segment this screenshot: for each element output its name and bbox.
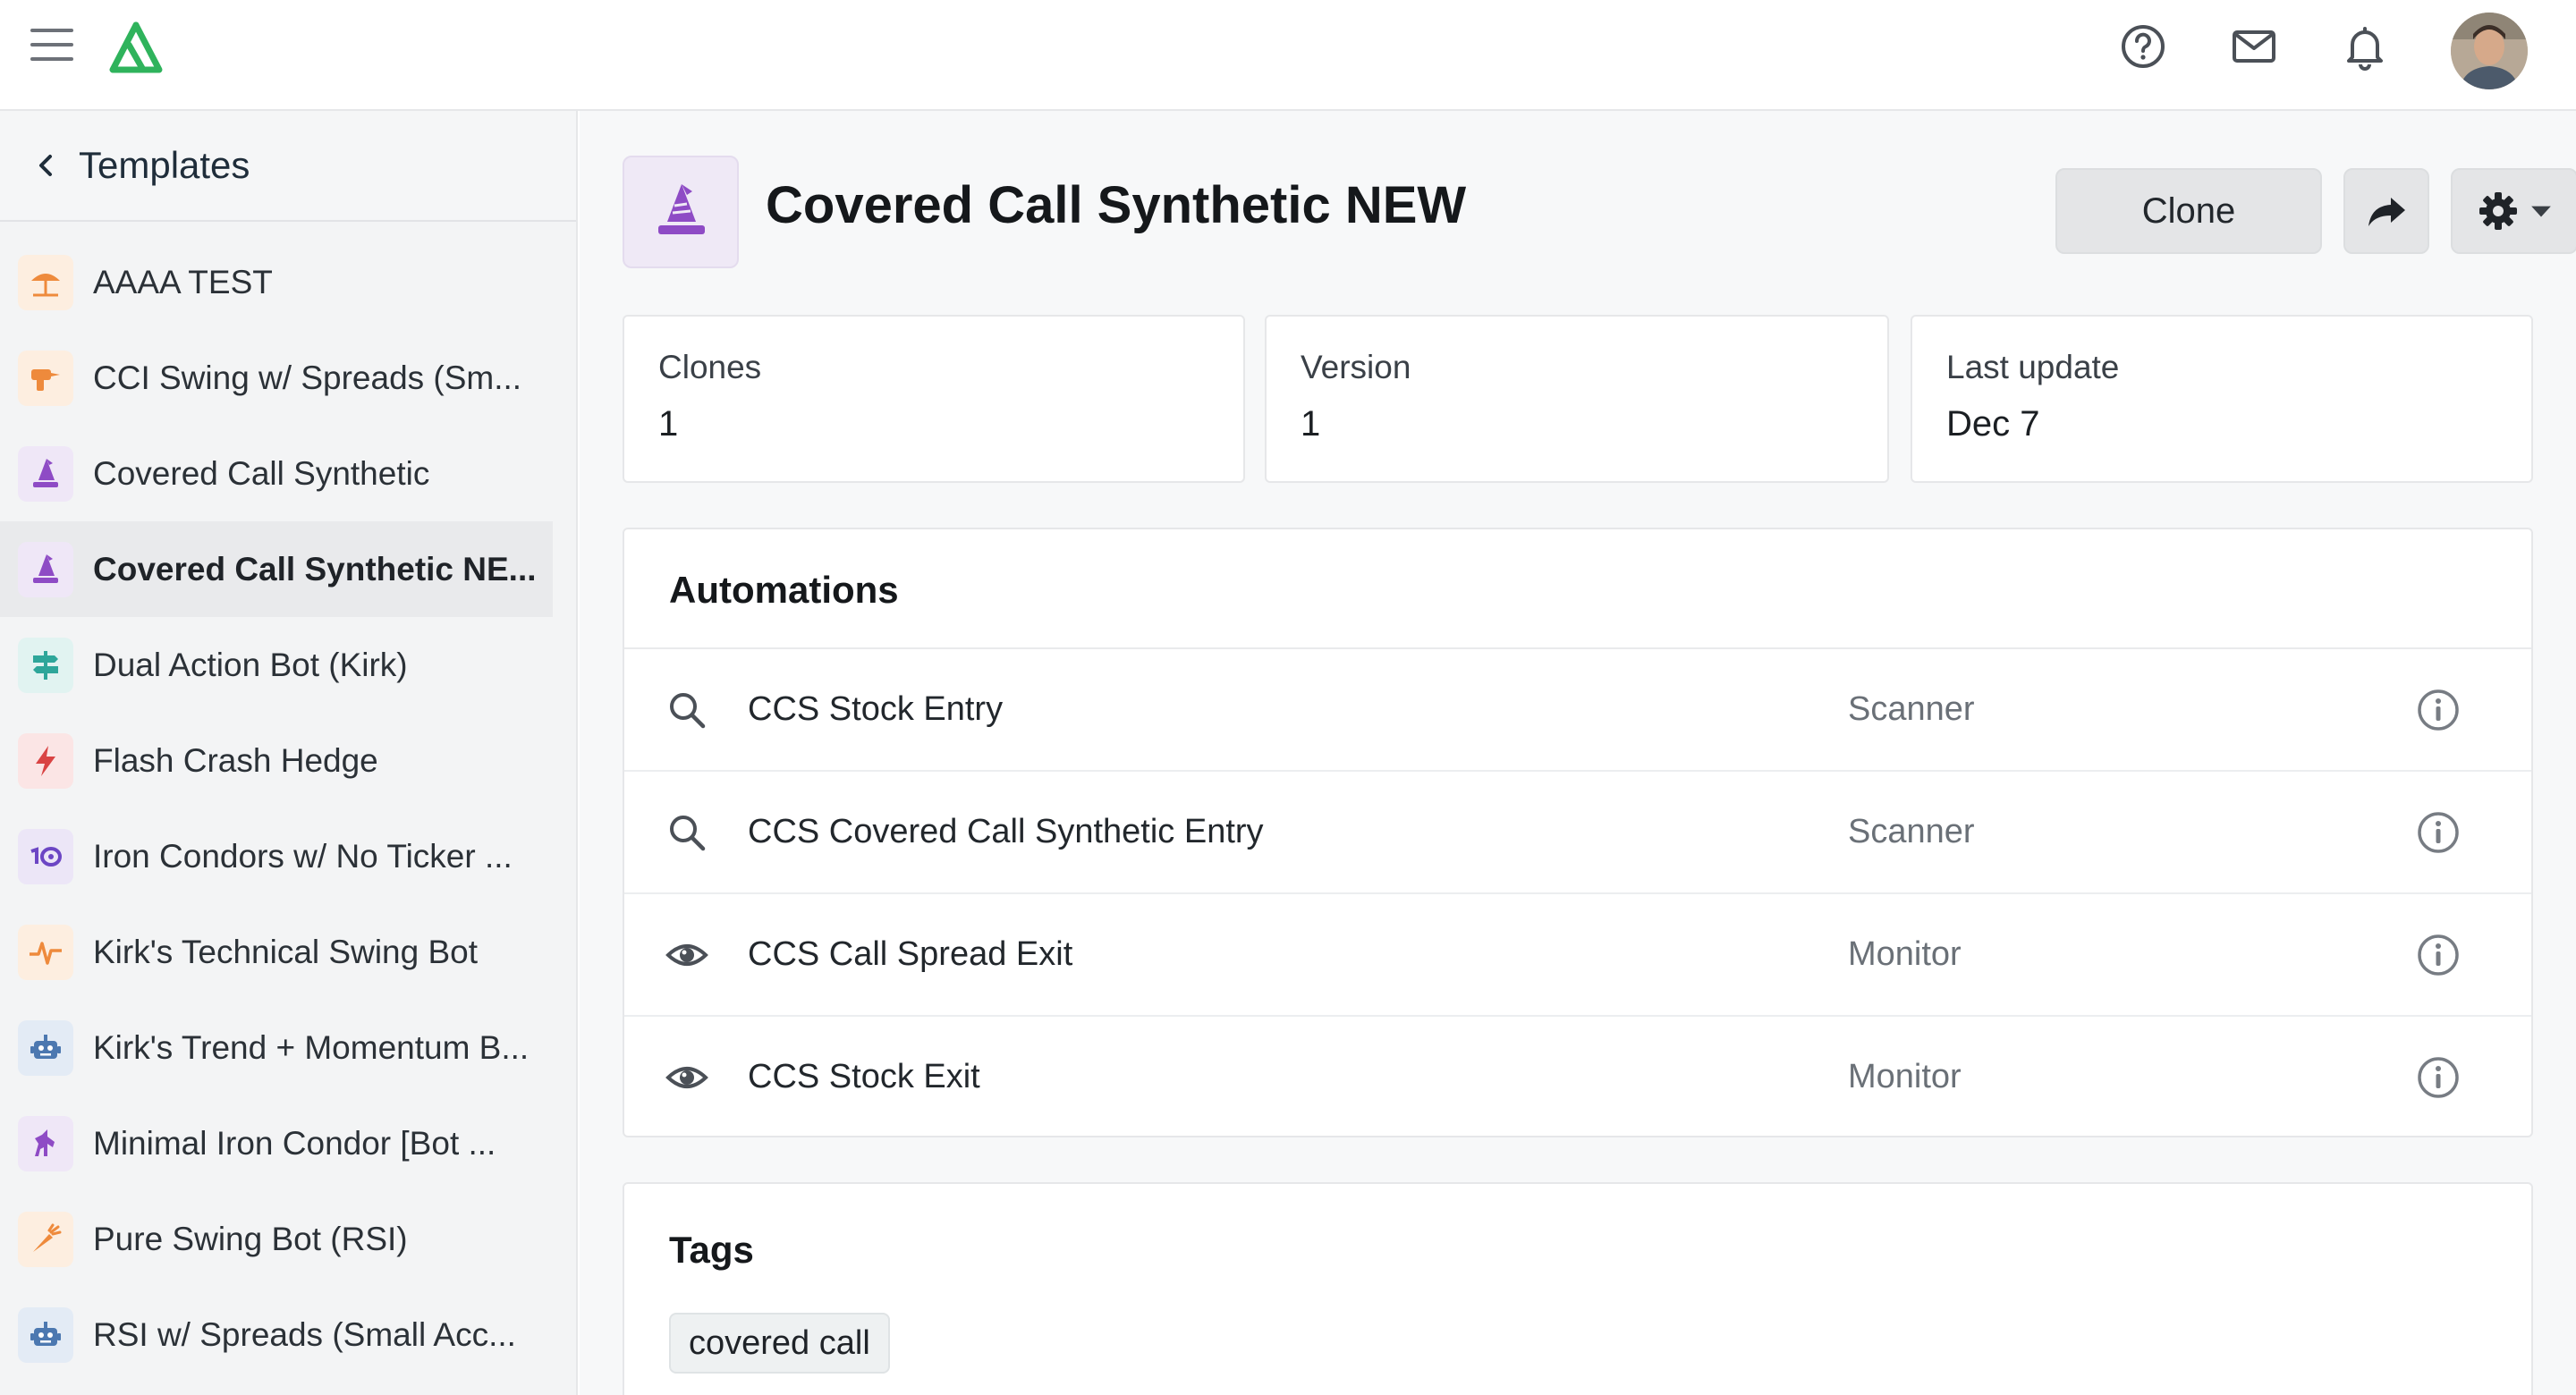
info-icon[interactable] bbox=[2415, 687, 2462, 733]
sidebar-item-label: Covered Call Synthetic bbox=[93, 454, 430, 492]
sidebar-item-label: Kirk's Trend + Momentum B... bbox=[93, 1028, 530, 1066]
stat-value: 1 bbox=[658, 404, 679, 444]
info-icon[interactable] bbox=[2415, 932, 2462, 978]
umbrella-icon bbox=[18, 254, 73, 310]
page-title: Covered Call Synthetic NEW bbox=[766, 176, 1467, 234]
pulse-icon bbox=[18, 924, 73, 980]
automation-name: CCS Stock Exit bbox=[748, 1058, 980, 1095]
automation-type: Scanner bbox=[1848, 813, 1975, 850]
sidebar-template-item[interactable]: Iron Condors w/ No Ticker ... bbox=[0, 808, 553, 904]
sidebar-template-item[interactable]: Flash Crash Hedge bbox=[0, 713, 553, 808]
drill-icon bbox=[18, 350, 73, 406]
search-icon bbox=[665, 811, 708, 854]
share-icon bbox=[2368, 198, 2405, 226]
automation-type: Monitor bbox=[1848, 935, 1962, 973]
stat-clones: Clones 1 bbox=[623, 315, 1245, 483]
automations-card: Automations CCS Stock Entry Scanner CCS Co… bbox=[623, 528, 2533, 1137]
automation-type: Scanner bbox=[1848, 690, 1975, 728]
automation-row[interactable]: CCS Stock Entry Scanner bbox=[624, 647, 2531, 769]
signpost-icon bbox=[18, 637, 73, 693]
automation-name: CCS Covered Call Synthetic Entry bbox=[748, 813, 1264, 850]
sidebar-item-label: Covered Call Synthetic NE... bbox=[93, 550, 537, 588]
sidebar-template-item[interactable]: AAAA TEST bbox=[0, 234, 553, 330]
logo[interactable] bbox=[104, 20, 168, 79]
caret-down-icon bbox=[2531, 206, 2551, 217]
tag-chip[interactable]: covered call bbox=[669, 1313, 890, 1374]
sidebar-template-item[interactable]: CCI Swing w/ Spreads (Sm... bbox=[0, 330, 553, 426]
eye-icon bbox=[665, 934, 708, 976]
gear-icon bbox=[2479, 192, 2517, 230]
automation-name: CCS Call Spread Exit bbox=[748, 935, 1073, 973]
sidebar-template-item[interactable]: Kirk's Technical Swing Bot bbox=[0, 904, 553, 1000]
page-header: Covered Call Synthetic NEW Clone bbox=[623, 156, 2576, 272]
automations-title: Automations bbox=[669, 569, 899, 611]
automation-row[interactable]: CCS Covered Call Synthetic Entry Scanner bbox=[624, 770, 2531, 892]
sidebar-template-item[interactable]: Kirk's Trend + Momentum B... bbox=[0, 1000, 553, 1095]
avatar[interactable] bbox=[2451, 13, 2528, 89]
bell-icon[interactable] bbox=[2338, 20, 2392, 73]
sidebar-item-label: Dual Action Bot (Kirk) bbox=[93, 646, 408, 683]
mail-icon[interactable] bbox=[2227, 20, 2281, 73]
stat-value: Dec 7 bbox=[1946, 404, 2040, 444]
sidebar-item-label: Iron Condors w/ No Ticker ... bbox=[93, 837, 513, 875]
sidebar-template-item[interactable]: Pure Swing Bot (RSI) bbox=[0, 1191, 553, 1287]
sidebar-item-label: Minimal Iron Condor [Bot ... bbox=[93, 1124, 496, 1162]
stat-label: Version bbox=[1301, 349, 1411, 385]
automation-row[interactable]: CCS Stock Exit Monitor bbox=[624, 1015, 2531, 1137]
tags-title: Tags bbox=[669, 1229, 754, 1271]
wizard-icon bbox=[18, 541, 73, 597]
automation-type: Monitor bbox=[1848, 1058, 1962, 1095]
sidebar-template-item[interactable]: Covered Call Synthetic bbox=[0, 426, 553, 521]
help-icon[interactable] bbox=[2116, 20, 2170, 73]
unicorn-icon bbox=[18, 1115, 73, 1171]
stat-label: Clones bbox=[658, 349, 762, 385]
eye-icon bbox=[665, 1056, 708, 1099]
wizard-icon bbox=[18, 445, 73, 502]
sidebar-template-item[interactable]: Covered Call Synthetic NE... bbox=[0, 521, 553, 617]
tags-card: Tags covered call bbox=[623, 1182, 2533, 1395]
sidebar-item-label: Flash Crash Hedge bbox=[93, 741, 378, 779]
robot-icon bbox=[18, 1306, 73, 1363]
sidebar-template-item[interactable]: Dual Action Bot (Kirk) bbox=[0, 617, 553, 713]
stat-label: Last update bbox=[1946, 349, 2120, 385]
sidebar-template-item[interactable]: Minimal Iron Condor [Bot ... bbox=[0, 1095, 553, 1191]
stat-version: Version 1 bbox=[1265, 315, 1889, 483]
search-icon bbox=[665, 689, 708, 731]
stats-row: Clones 1 Version 1 Last update Dec 7 bbox=[623, 315, 2533, 483]
automation-name: CCS Stock Entry bbox=[748, 690, 1004, 728]
sidebar-item-label: Pure Swing Bot (RSI) bbox=[93, 1220, 408, 1257]
sidebar: Templates AAAA TEST CCI Swing w/ Spreads … bbox=[0, 111, 578, 1395]
settings-dropdown-button[interactable] bbox=[2451, 168, 2576, 254]
sidebar-item-label: RSI w/ Spreads (Small Acc... bbox=[93, 1315, 516, 1353]
template-list: AAAA TEST CCI Swing w/ Spreads (Sm... Cove… bbox=[0, 222, 576, 1382]
stat-value: 1 bbox=[1301, 404, 1321, 444]
robot-icon bbox=[18, 1019, 73, 1076]
top-bar bbox=[0, 0, 2576, 111]
info-icon[interactable] bbox=[2415, 1054, 2462, 1101]
stat-last-update: Last update Dec 7 bbox=[1911, 315, 2533, 483]
share-button[interactable] bbox=[2343, 168, 2429, 254]
info-icon[interactable] bbox=[2415, 809, 2462, 856]
carrot-icon bbox=[18, 1211, 73, 1267]
chevron-left-icon bbox=[39, 155, 52, 176]
automation-row[interactable]: CCS Call Spread Exit Monitor bbox=[624, 892, 2531, 1014]
templates-back-link[interactable]: Templates bbox=[0, 111, 576, 222]
sidebar-template-item[interactable]: RSI w/ Spreads (Small Acc... bbox=[0, 1287, 553, 1382]
bolt-icon bbox=[18, 732, 73, 789]
sidebar-item-label: Kirk's Technical Swing Bot bbox=[93, 933, 479, 970]
sidebar-item-label: CCI Swing w/ Spreads (Sm... bbox=[93, 359, 522, 396]
menu-icon[interactable] bbox=[30, 29, 73, 64]
sidebar-title: Templates bbox=[79, 144, 250, 186]
sidebar-item-label: AAAA TEST bbox=[93, 263, 273, 300]
wizard-icon bbox=[623, 156, 739, 268]
main-content: Covered Call Synthetic NEW Clone Clones … bbox=[580, 111, 2576, 1395]
ten-percent-icon bbox=[18, 828, 73, 884]
clone-button[interactable]: Clone bbox=[2055, 168, 2322, 254]
